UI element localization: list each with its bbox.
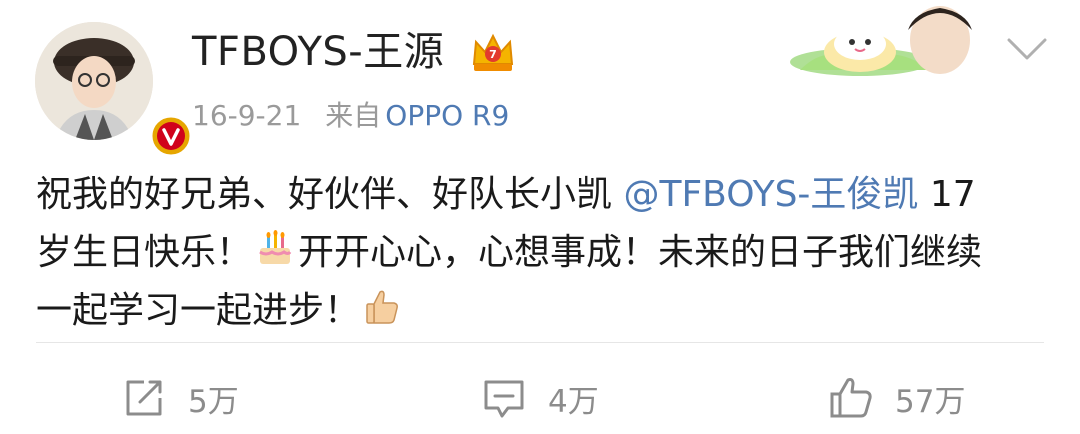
post-date: 16-9-21 [192,99,302,132]
comment-count: 4万 [548,383,599,420]
svg-text:7: 7 [489,48,497,61]
post-content: 祝我的好兄弟、好伙伴、好队长小凯 @TFBOYS-王俊凯 17 岁生日快乐！ 开… [36,166,1046,340]
username[interactable]: TFBOYS-王源 [192,28,444,76]
avatar-image [35,22,153,140]
content-line1: 祝我的好兄弟、好伙伴、好队长小凯 [36,174,624,215]
source-label: 来自 [325,99,382,132]
divider [36,342,1044,343]
birthday-cake-icon [259,230,292,264]
repost-icon [126,380,162,416]
repost-button[interactable]: 5万 [122,374,239,422]
repost-count: 5万 [188,383,239,420]
content-line1-tail: 17 [918,174,976,215]
verified-badge-icon [149,114,193,158]
post-meta: 16-9-21 来自 OPPO R9 [192,98,509,134]
content-line2-tail: 开开心心，心想事成！未来的日子我们继续 [298,232,983,273]
thumbs-up-icon [366,290,398,324]
avatar[interactable] [35,22,193,158]
comment-button[interactable]: 4万 [482,374,599,422]
device-link[interactable]: OPPO R9 [385,99,509,132]
like-button[interactable]: 57万 [829,374,965,422]
content-line2: 岁生日快乐！ [36,232,253,273]
mention-link[interactable]: @TFBOYS-王俊凯 [623,174,918,215]
chevron-down-icon[interactable] [1005,34,1049,64]
content-line3: 一起学习一起进步！ [36,290,361,331]
like-icon [830,378,872,418]
like-count: 57万 [895,383,966,420]
crown-badge-icon: 7 [472,33,514,71]
card-skin-decoration [790,6,972,84]
comment-icon [484,380,524,418]
